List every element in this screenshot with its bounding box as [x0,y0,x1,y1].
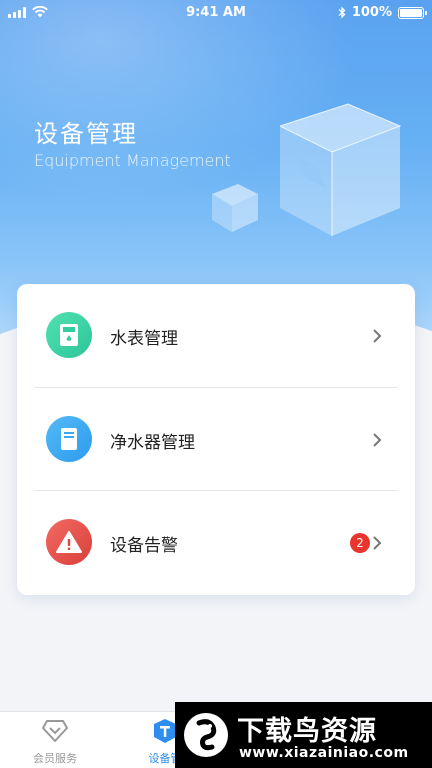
page-subtitle: Equipment Management [34,151,231,170]
warning-icon [46,519,92,565]
menu-item-label: 净水器管理 [110,433,195,453]
battery-percent: 100% [351,5,392,20]
cube-illustration-icon [279,103,402,236]
tab-member-service[interactable]: 会员服务 [0,712,110,768]
small-cube-illustration-icon [212,184,258,232]
bluetooth-icon [338,6,346,19]
page-title: 设备管理 [34,120,138,148]
chevron-right-icon [373,329,382,343]
watermark-url: www.xiazainiao.com [239,745,409,761]
tab-label: 会员服务 [33,752,77,765]
menu-item-label: 设备告警 [110,536,178,556]
status-bar: 9:41 AM 100% [0,0,432,26]
water-meter-icon [46,312,92,358]
menu-item-label: 水表管理 [110,329,178,349]
chevron-right-icon [373,536,382,550]
menu-item-water-meter[interactable]: 水表管理 [17,284,415,387]
menu-item-water-purifier[interactable]: 净水器管理 [17,388,415,491]
chevron-right-icon [373,433,382,447]
watermark-banner: 下载鸟资源 www.xiazainiao.com [175,702,432,768]
bird-logo-icon [184,713,228,757]
battery-icon [398,6,427,19]
diamond-icon [42,720,68,742]
menu-card: 水表管理 净水器管理 设备告警 2 [17,284,415,595]
watermark-title: 下载鸟资源 [237,716,377,747]
water-purifier-icon [46,416,92,462]
menu-item-device-alarm[interactable]: 设备告警 2 [17,491,415,594]
alarm-count-badge: 2 [350,533,370,553]
